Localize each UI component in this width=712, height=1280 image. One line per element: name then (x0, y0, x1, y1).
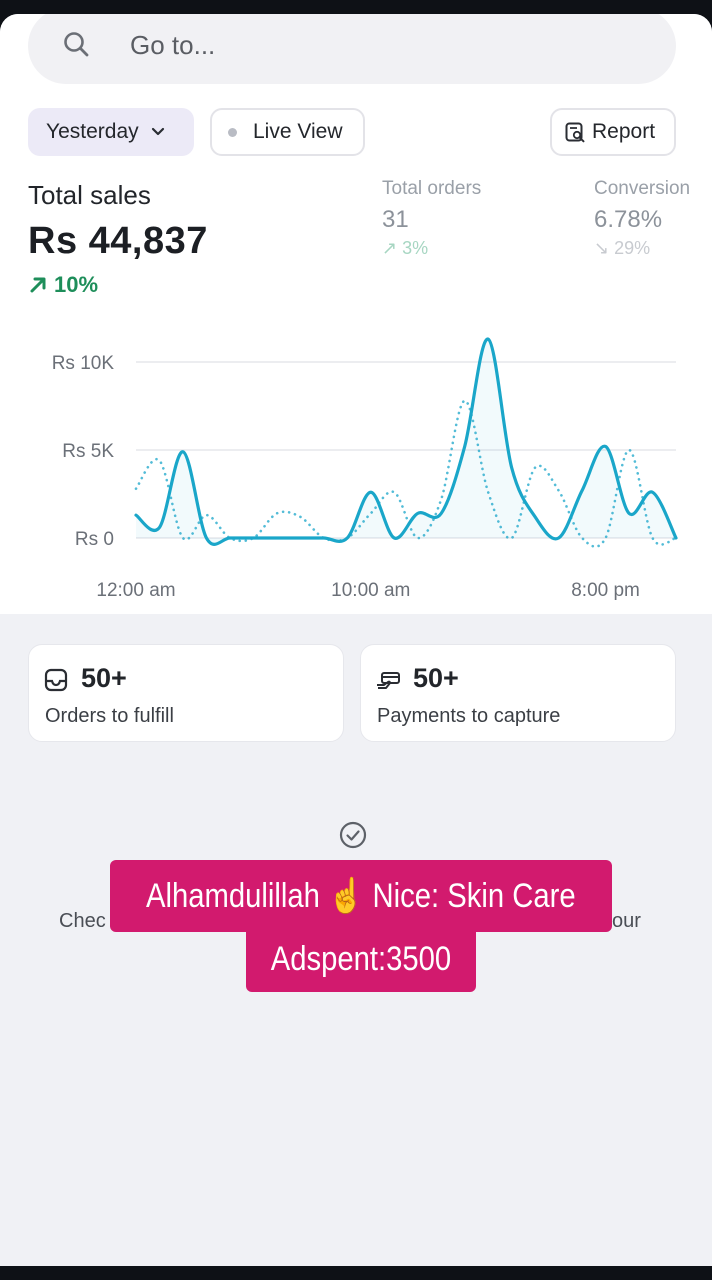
report-icon (565, 122, 585, 143)
conversion-value: 6.78% (594, 206, 663, 233)
date-range-dropdown[interactable]: Yesterday (28, 108, 194, 156)
bottom-system-bar (0, 1266, 712, 1280)
total-orders-metric[interactable]: Total orders 31 ↗ 3% (382, 178, 481, 259)
sales-chart: Rs 10K Rs 5K Rs 0 12:00 am 10:00 am 8:00 pm (52, 337, 678, 601)
partial-background-text-right: our (612, 910, 641, 932)
caption-overlay-line-2: Adspent:3500 (246, 926, 476, 992)
report-label: Report (592, 120, 656, 143)
search-icon (64, 32, 89, 57)
orders-to-fulfill-count: 50+ (81, 663, 127, 693)
caption-text-line-2: Adspent:3500 (270, 939, 452, 978)
live-view-button[interactable]: Live View (210, 108, 365, 156)
caption-text-line-1: Alhamdulillah ☝️ Nice: Skin Care (146, 877, 576, 915)
caption-overlay-line-1: Alhamdulillah ☝️ Nice: Skin Care (110, 860, 612, 932)
conversion-change: ↘ 29% (594, 238, 690, 259)
total-sales-change-value: 10% (54, 272, 99, 297)
orders-to-fulfill-label: Orders to fulfill (45, 705, 174, 727)
search-bar[interactable]: Go to... (28, 14, 676, 84)
x-tick-label: 8:00 pm (571, 580, 640, 601)
payments-to-capture-count: 50+ (413, 663, 459, 693)
analytics-panel: Go to... Yesterday Live View Report Tota… (0, 14, 712, 614)
y-tick-label: Rs 10K (52, 353, 115, 374)
arrow-up-right-icon (30, 277, 46, 293)
partial-background-text-left: Chec (59, 910, 106, 932)
arrow-up-right-icon: ↗ (382, 238, 403, 258)
payments-to-capture-card[interactable]: 50+ Payments to capture (360, 644, 676, 742)
app-screen: Go to... Yesterday Live View Report Tota… (0, 14, 712, 1266)
total-sales-label: Total sales (28, 180, 151, 210)
y-tick-label: Rs 5K (62, 441, 114, 462)
total-sales-change: 10% (28, 272, 98, 298)
total-orders-label: Total orders (382, 178, 482, 199)
orders-to-fulfill-card[interactable]: 50+ Orders to fulfill (28, 644, 344, 742)
payments-to-capture-label: Payments to capture (377, 705, 561, 727)
live-status-dot (228, 127, 237, 137)
arrow-down-right-icon: ↘ (594, 238, 615, 258)
sales-area-fill (136, 339, 676, 545)
total-orders-value: 31 (382, 206, 409, 233)
search-placeholder: Go to... (130, 30, 216, 60)
y-tick-label: Rs 0 (75, 529, 114, 550)
inbox-icon (44, 668, 68, 692)
payment-icon (377, 672, 400, 689)
x-tick-label: 12:00 am (96, 580, 175, 601)
total-orders-change: ↗ 3% (382, 238, 481, 259)
check-circle-icon (339, 821, 367, 849)
chevron-down-icon (151, 127, 164, 136)
date-range-label: Yesterday (46, 120, 139, 143)
total-sales-value: Rs 44,837 (28, 220, 208, 262)
live-view-label: Live View (253, 120, 343, 143)
report-button[interactable]: Report (550, 108, 676, 156)
total-orders-change-value: 3% (402, 238, 429, 258)
conversion-metric[interactable]: Conversion 6.78% ↘ 29% (594, 178, 690, 259)
x-tick-label: 10:00 am (331, 580, 410, 601)
conversion-label: Conversion (594, 178, 691, 199)
conversion-change-value: 29% (614, 238, 651, 258)
